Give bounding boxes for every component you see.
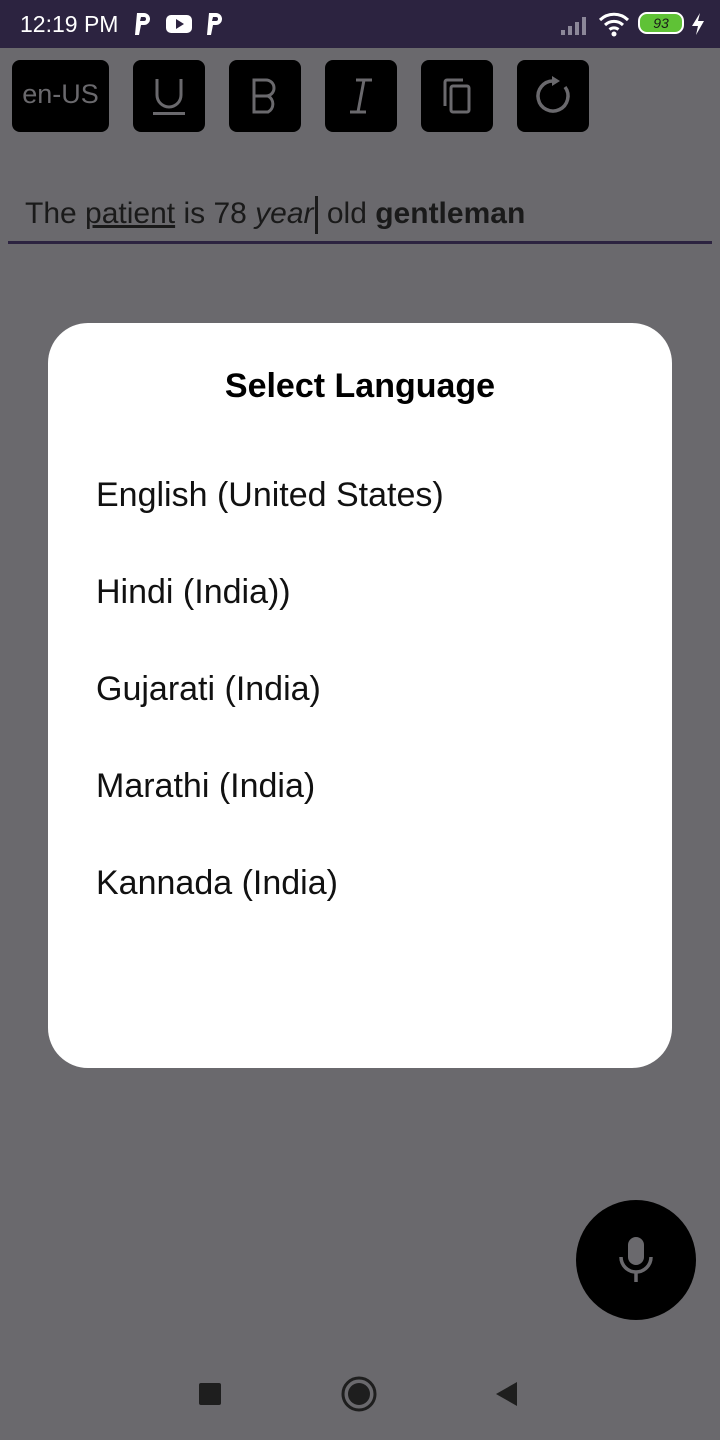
bold-button[interactable]	[229, 60, 301, 132]
text-cursor	[314, 196, 318, 235]
status-bar: 12:19 PM 93	[0, 0, 720, 48]
language-option-english-us[interactable]: English (United States)	[96, 460, 636, 530]
text-field-underline	[8, 241, 712, 244]
refresh-icon	[536, 76, 570, 113]
charging-icon	[692, 13, 704, 35]
back-icon	[496, 1382, 517, 1406]
italic-icon	[350, 78, 372, 114]
language-option-marathi[interactable]: Marathi (India)	[96, 751, 636, 821]
text-segment: old	[318, 197, 376, 230]
dialog-title: Select Language	[224, 367, 496, 405]
copy-icon	[443, 78, 471, 114]
parking-app-icon	[207, 13, 222, 35]
recent-apps-icon	[199, 1383, 221, 1405]
transcript-text: The patient is 78 year old gentleman	[25, 194, 526, 235]
back-button[interactable]	[476, 1364, 536, 1424]
copy-button[interactable]	[421, 60, 493, 132]
language-button-label: en-US	[22, 79, 99, 109]
battery-level: 93	[653, 15, 669, 31]
language-option-gujarati[interactable]: Gujarati (India)	[96, 654, 636, 724]
home-icon	[341, 1376, 377, 1412]
language-button[interactable]: en-US	[12, 60, 109, 132]
italic-button[interactable]	[325, 60, 397, 132]
youtube-icon	[166, 15, 192, 33]
wifi-icon	[598, 12, 630, 37]
microphone-button[interactable]	[576, 1200, 696, 1320]
home-button[interactable]	[329, 1364, 389, 1424]
underlined-text: patient	[85, 197, 176, 230]
language-option-hindi[interactable]: Hindi (India))	[96, 557, 636, 627]
signal-icon	[561, 17, 586, 35]
navigation-bar	[0, 1344, 720, 1440]
italic-text: year	[255, 197, 314, 230]
battery-icon: 93	[638, 12, 684, 34]
text-segment: The	[25, 197, 86, 230]
refresh-button[interactable]	[517, 60, 589, 132]
recent-apps-button[interactable]	[180, 1364, 240, 1424]
microphone-icon	[619, 1237, 653, 1282]
parking-app-icon	[135, 13, 150, 35]
underline-icon	[153, 79, 185, 115]
select-language-dialog: Select Language English (United States) …	[48, 323, 672, 1068]
underline-button[interactable]	[133, 60, 205, 132]
bold-icon	[252, 78, 276, 114]
status-time: 12:19 PM	[20, 11, 119, 37]
language-option-kannada[interactable]: Kannada (India)	[96, 848, 636, 918]
text-segment: is 78	[175, 197, 256, 230]
bold-text: gentleman	[375, 197, 526, 230]
transcript-text-field[interactable]: The patient is 78 year old gentleman	[8, 180, 712, 244]
